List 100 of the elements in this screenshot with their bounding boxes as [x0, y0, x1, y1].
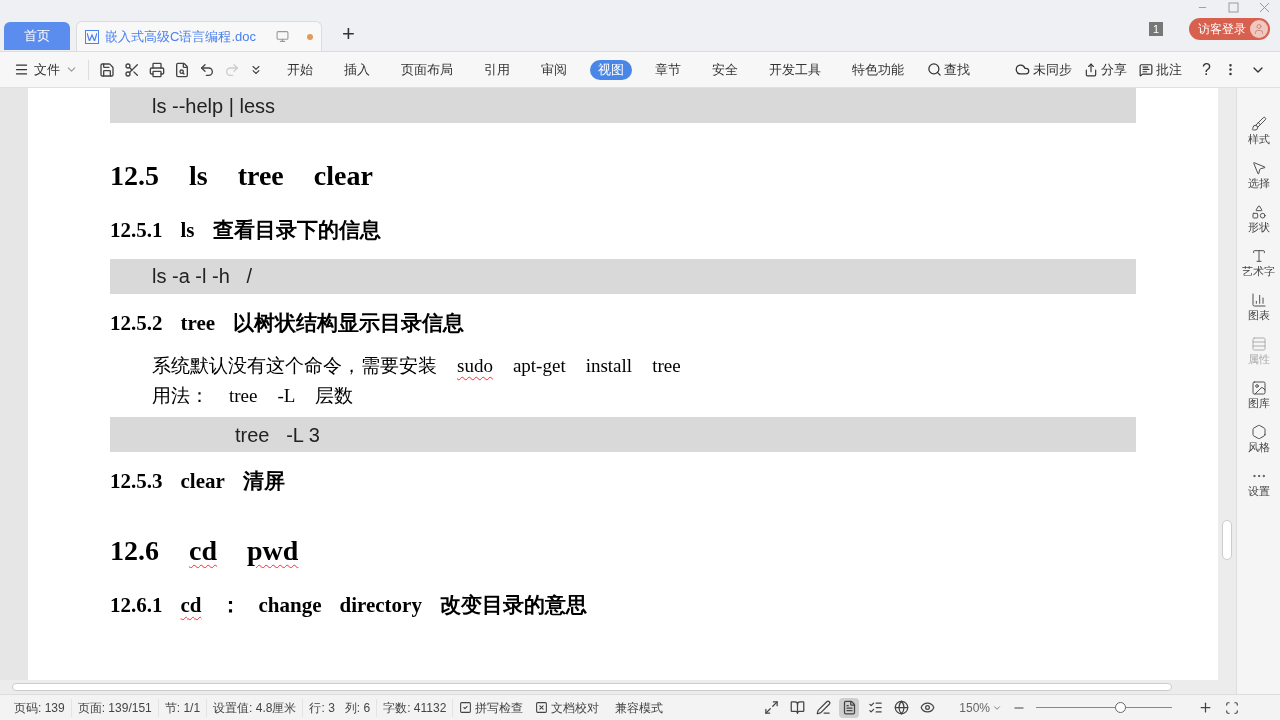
find-button[interactable]: 查找 — [927, 59, 970, 80]
login-button[interactable]: 访客登录 — [1189, 18, 1270, 40]
document-text: directory — [339, 591, 422, 619]
print-preview-icon[interactable] — [174, 61, 190, 78]
document-text: ls — [189, 159, 208, 193]
document-text: tree — [180, 309, 216, 337]
status-text: 页码: 139 — [8, 698, 72, 717]
file-menu[interactable]: 文件 — [14, 59, 78, 80]
view-mode-icon — [867, 700, 883, 715]
share-button[interactable]: 分享 — [1084, 59, 1128, 80]
window-count-badge[interactable]: 1 — [1148, 22, 1163, 36]
share-icon — [1084, 62, 1099, 77]
avatar-icon — [1250, 20, 1268, 38]
document-tab[interactable]: 嵌入式高级C语言编程.doc — [76, 21, 322, 51]
undo-icon[interactable] — [199, 61, 215, 78]
sidebar-tool[interactable]: 选择 — [1247, 160, 1270, 190]
view-mode-icon — [763, 700, 779, 715]
horizontal-scroll-thumb[interactable] — [12, 683, 1172, 691]
ribbon-tab[interactable]: 章节 — [647, 59, 689, 80]
document-text: ： — [219, 591, 241, 619]
document-text: ls — [180, 217, 195, 244]
cloud-icon — [1015, 62, 1031, 77]
zoom-in-icon[interactable] — [1198, 700, 1213, 715]
document-text: 12.6.1 — [110, 591, 163, 619]
document-text: install — [585, 354, 633, 378]
zoom-slider-thumb[interactable] — [1115, 702, 1127, 713]
zoom-dropdown[interactable]: 150% — [959, 698, 1002, 717]
document-text: cd — [180, 591, 202, 619]
menu-icon — [14, 62, 29, 77]
code-block: ls -a -l -h / — [110, 258, 1136, 294]
view-mode-icon — [893, 700, 909, 715]
status-text: 字数: 41132 — [377, 698, 454, 717]
code-block: ls --help | less — [110, 88, 1136, 123]
document-text: apt-get — [512, 354, 566, 378]
print-icon[interactable] — [149, 61, 165, 78]
sidebar-tool[interactable]: 图表 — [1247, 292, 1270, 322]
view-mode-button[interactable] — [839, 697, 860, 718]
sidebar-tool[interactable]: 风格 — [1247, 424, 1270, 454]
document-text: 清屏 — [242, 468, 285, 495]
document-text: 12.5 — [110, 159, 159, 193]
document-text: 层数 — [315, 384, 354, 408]
document-text: tree — [652, 354, 681, 378]
sidebar-tool[interactable]: 艺术字 — [1242, 248, 1275, 278]
sidebar-tool[interactable]: 形状 — [1247, 204, 1270, 234]
status-text: 行: 3 列: 6 — [303, 698, 378, 717]
view-mode-icon — [789, 700, 805, 715]
save-icon[interactable] — [99, 61, 115, 78]
monitor-icon — [276, 30, 289, 43]
sidebar-tool[interactable]: 设置 — [1247, 468, 1270, 498]
document-text: 12.5.3 — [110, 468, 163, 495]
sidebar-tool[interactable]: 样式 — [1247, 116, 1270, 146]
ribbon-tab[interactable]: 插入 — [336, 59, 378, 80]
scroll-thumb[interactable] — [1222, 520, 1232, 560]
document-text: 系统默认没有这个命令，需要安装 — [152, 354, 437, 378]
document-text: 查看目录下的信息 — [212, 217, 381, 244]
ribbon-tab[interactable]: 引用 — [476, 59, 518, 80]
cross-icon — [535, 701, 549, 714]
document-text: tree — [237, 159, 284, 193]
image-icon — [1250, 380, 1267, 396]
ribbon-tab[interactable]: 安全 — [704, 59, 746, 80]
document-text: cd — [189, 533, 217, 568]
comment-button[interactable]: 批注 — [1139, 59, 1183, 80]
document-text: pwd — [247, 533, 299, 568]
status-text: 节: 1/1 — [158, 698, 208, 717]
view-mode-icon — [919, 700, 935, 715]
view-mode-icon — [815, 700, 831, 715]
ribbon-tab[interactable]: 特色功能 — [844, 59, 912, 80]
ribbon-tab[interactable]: 审阅 — [533, 59, 575, 80]
ribbon-tab[interactable]: 开始 — [279, 59, 321, 80]
document-text: 改变目录的意思 — [439, 591, 587, 619]
document-text: sudo — [457, 354, 493, 378]
sync-button[interactable]: 未同步 — [1015, 59, 1073, 80]
document-text: 12.6 — [110, 533, 159, 568]
document-text: 以树状结构显示目录信息 — [233, 309, 465, 337]
chart-icon — [1250, 292, 1267, 308]
check-icon — [459, 701, 473, 714]
new-tab-button[interactable]: + — [342, 23, 355, 45]
document-text: clear — [313, 159, 373, 193]
doc-check-button[interactable]: 文档校对 — [529, 698, 606, 717]
code-block: tree -L 3 — [110, 417, 1136, 452]
document-text: -L — [277, 384, 296, 408]
comment-icon — [1139, 62, 1154, 77]
fit-icon[interactable] — [1225, 700, 1239, 715]
document-text: 12.5.2 — [110, 309, 163, 337]
document-text: tree — [229, 384, 258, 408]
compat-mode-text: 兼容模式 — [614, 699, 665, 717]
document-text: change — [258, 591, 322, 619]
ribbon-tab[interactable]: 页面布局 — [393, 59, 461, 80]
status-text: 页面: 139/151 — [71, 698, 159, 717]
ribbon-tab[interactable]: 开发工具 — [761, 59, 829, 80]
spell-check-button[interactable]: 拼写检查 — [453, 698, 530, 717]
sidebar-tool[interactable]: 图库 — [1247, 380, 1270, 410]
ribbon-tab[interactable]: 视图 — [590, 59, 632, 80]
help-button[interactable]: ? — [1202, 57, 1211, 82]
view-mode-icon — [841, 700, 857, 715]
document-text: clear — [180, 468, 225, 495]
search-icon — [927, 62, 942, 77]
document-icon — [85, 29, 99, 44]
status-text: 设置值: 4.8厘米 — [207, 698, 304, 717]
document-text: 12.5.1 — [110, 217, 163, 244]
